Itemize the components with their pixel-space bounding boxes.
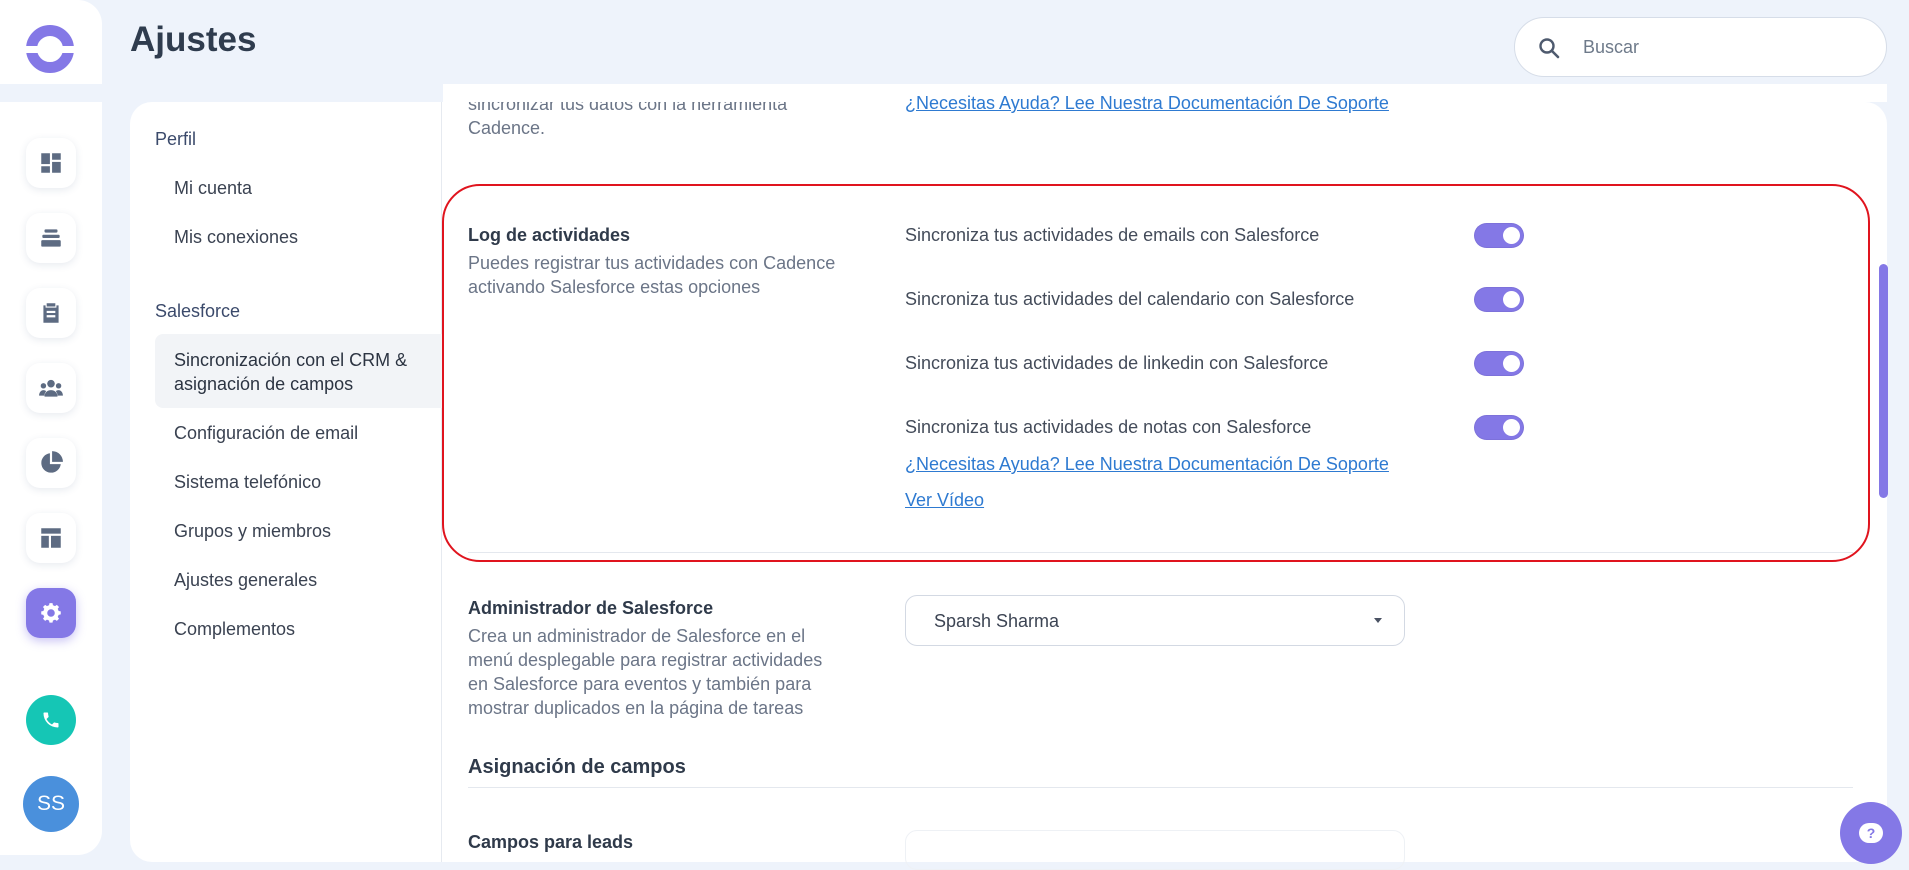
leads-fields-input[interactable] bbox=[905, 830, 1405, 870]
nav-item-mis-conexiones[interactable]: Mis conexiones bbox=[174, 227, 298, 248]
team-icon[interactable] bbox=[26, 363, 76, 413]
top-mask-2 bbox=[443, 84, 1887, 93]
sync-notes-toggle[interactable] bbox=[1474, 415, 1524, 440]
sync-calendar-label: Sincroniza tus actividades del calendari… bbox=[905, 289, 1355, 309]
mapping-section-title: Asignación de campos bbox=[468, 756, 686, 778]
nav-item-sync-line1: Sincronización con el CRM & bbox=[174, 350, 408, 370]
admin-desc-line1: Crea un administrador de Salesforce en e… bbox=[468, 626, 806, 646]
nav-section-salesforce: Salesforce bbox=[155, 301, 241, 321]
nav-section-perfil: Perfil bbox=[155, 129, 197, 149]
sync-emails-label: Sincroniza tus actividades de emails con… bbox=[905, 225, 1320, 245]
log-description: Puedes registrar tus actividades con Cad… bbox=[468, 251, 888, 299]
top-desc-line2: Cadence. bbox=[468, 118, 546, 138]
admin-desc-line4: mostrar duplicados en la página de tarea… bbox=[468, 698, 804, 718]
sync-linkedin-label: Sincroniza tus actividades de linkedin c… bbox=[905, 353, 1329, 373]
admin-title: Administrador de Salesforce bbox=[468, 598, 714, 618]
layers-icon[interactable] bbox=[26, 213, 76, 263]
page-title: Ajustes bbox=[130, 20, 257, 59]
phone-icon bbox=[43, 712, 59, 728]
dashboard-icon[interactable] bbox=[26, 138, 76, 188]
help-icon: ? bbox=[1859, 823, 1883, 843]
nav-item-sincronizacion[interactable]: Sincronización con el CRM & asignación d… bbox=[155, 334, 442, 408]
admin-select-value: Sparsh Sharma bbox=[934, 611, 1060, 631]
phone-button[interactable] bbox=[26, 695, 76, 745]
settings-nav: Perfil Mi cuenta Mis conexiones Salesfor… bbox=[130, 102, 442, 862]
nav-item-mi-cuenta[interactable]: Mi cuenta bbox=[174, 178, 252, 199]
mapping-divider bbox=[468, 787, 1853, 788]
sync-calendar-toggle[interactable] bbox=[1474, 287, 1524, 312]
log-desc-line1: Puedes registrar tus actividades con Cad… bbox=[468, 253, 836, 273]
tasks-icon[interactable] bbox=[26, 288, 76, 338]
log-help-link[interactable]: ¿Necesitas Ayuda? Lee Nuestra Documentac… bbox=[905, 454, 1389, 475]
log-desc-line2: activando Salesforce estas opciones bbox=[468, 277, 761, 297]
leads-fields-label: Campos para leads bbox=[468, 832, 634, 852]
nav-item-generales[interactable]: Ajustes generales bbox=[174, 570, 317, 591]
layout-icon[interactable] bbox=[26, 513, 76, 563]
avatar[interactable]: SS bbox=[23, 776, 79, 832]
app-logo[interactable] bbox=[25, 25, 75, 73]
nav-item-email[interactable]: Configuración de email bbox=[174, 423, 358, 444]
search-icon bbox=[1539, 38, 1560, 59]
scrollbar-thumb[interactable] bbox=[1879, 264, 1888, 498]
sync-linkedin-toggle[interactable] bbox=[1474, 351, 1524, 376]
log-divider bbox=[468, 552, 1853, 553]
sync-emails-toggle[interactable] bbox=[1474, 223, 1524, 248]
nav-item-sync-line2: asignación de campos bbox=[174, 374, 354, 394]
nav-item-complementos[interactable]: Complementos bbox=[174, 619, 295, 640]
video-link[interactable]: Ver Vídeo bbox=[905, 490, 984, 511]
nav-item-telefonico[interactable]: Sistema telefónico bbox=[174, 472, 321, 493]
settings-card: Perfil Mi cuenta Mis conexiones Salesfor… bbox=[130, 102, 1887, 862]
settings-icon[interactable] bbox=[26, 588, 76, 638]
search-input[interactable] bbox=[1583, 30, 1863, 64]
left-rail: SS bbox=[0, 0, 102, 855]
admin-description: Crea un administrador de Salesforce en e… bbox=[468, 624, 888, 720]
admin-select[interactable]: Sparsh Sharma bbox=[905, 595, 1405, 646]
admin-desc-line3: en Salesforce para eventos y también par… bbox=[468, 674, 812, 694]
sync-notes-label: Sincroniza tus actividades de notas con … bbox=[905, 417, 1312, 437]
top-help-link[interactable]: ¿Necesitas Ayuda? Lee Nuestra Documentac… bbox=[905, 93, 1389, 114]
admin-desc-line2: menú desplegable para registrar activida… bbox=[468, 650, 823, 670]
chevron-down-icon bbox=[1374, 618, 1382, 623]
chart-icon[interactable] bbox=[26, 438, 76, 488]
search-box[interactable] bbox=[1514, 17, 1887, 77]
log-title: Log de actividades bbox=[468, 225, 631, 245]
nav-item-grupos[interactable]: Grupos y miembros bbox=[174, 521, 331, 542]
